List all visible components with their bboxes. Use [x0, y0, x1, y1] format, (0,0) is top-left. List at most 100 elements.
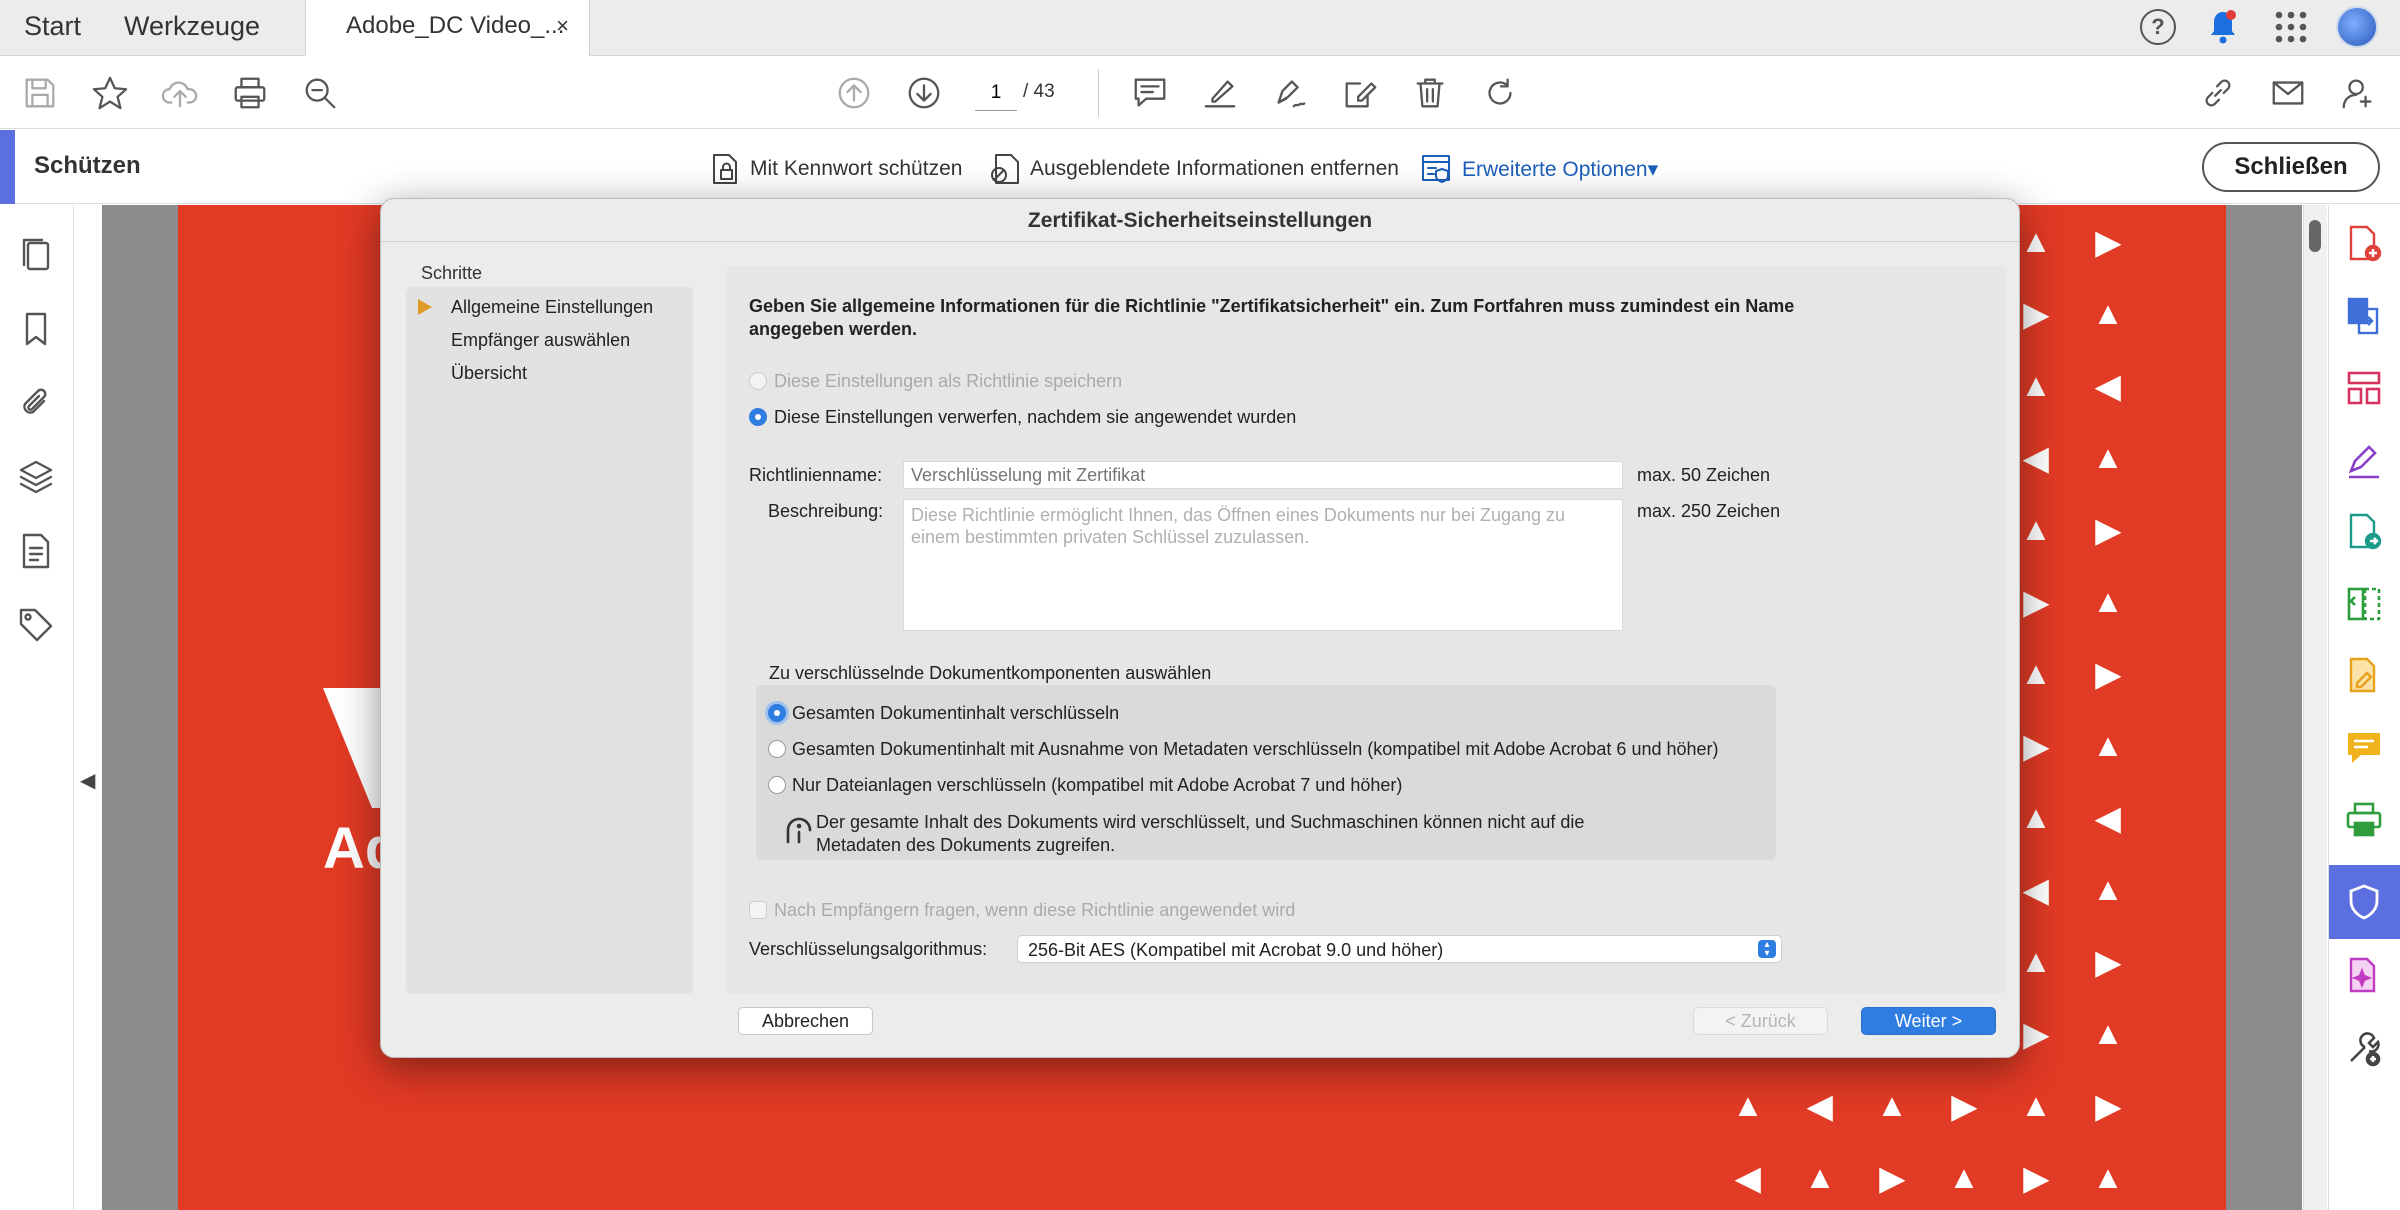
comment-tool-icon[interactable]	[2343, 727, 2387, 771]
encrypt-all-label: Gesamten Dokumentinhalt verschlüsseln	[792, 703, 1120, 723]
page-pattern-glyph: ▲	[2020, 1087, 2052, 1123]
close-protect-button[interactable]: Schließen	[2202, 142, 2380, 192]
fill-sign-icon[interactable]	[2343, 439, 2387, 483]
page-pattern-glyph: ▲	[2020, 367, 2052, 403]
steps-heading: Schritte	[421, 263, 483, 283]
info-icon	[784, 816, 814, 846]
toolbar-divider	[1098, 69, 1099, 117]
back-button[interactable]: < Zurück	[1693, 1007, 1828, 1035]
edit-icon[interactable]	[1338, 71, 1382, 115]
ask-recipients-checkbox[interactable]	[749, 901, 767, 919]
tab-tools[interactable]: Werkzeuge	[100, 0, 284, 56]
ask-recipients-label: Nach Empfängern fragen, wenn diese Richt…	[774, 900, 1296, 920]
attachment-icon[interactable]	[16, 383, 58, 425]
avatar[interactable]	[2336, 6, 2378, 48]
description-label: Beschreibung:	[768, 501, 884, 521]
page-pattern-glyph: ▶	[1879, 1160, 1905, 1196]
help-icon[interactable]: ?	[2140, 9, 2176, 45]
save-as-policy-radio[interactable]	[749, 372, 767, 390]
layers-icon[interactable]	[16, 457, 58, 499]
page-pattern-glyph: ▶	[2023, 584, 2049, 620]
tab-start[interactable]: Start	[0, 0, 105, 56]
cloud-upload-icon[interactable]	[158, 71, 202, 115]
scroll-thumb[interactable]	[2309, 220, 2321, 252]
rich-media-icon[interactable]	[2343, 955, 2387, 999]
convert-icon[interactable]	[2343, 511, 2387, 555]
page-pattern-glyph: ▲	[2020, 655, 2052, 691]
description-textarea[interactable]: Diese Richtlinie ermöglicht Ihnen, das Ö…	[903, 499, 1623, 631]
dialog-title: Zertifikat-Sicherheitseinstellungen	[1027, 209, 1373, 232]
create-pdf-icon[interactable]	[2343, 223, 2387, 267]
password-protect-button[interactable]: Mit Kennwort schützen	[708, 152, 962, 186]
redact-icon	[991, 154, 1019, 184]
steps-panel: Allgemeine Einstellungen Empfänger auswä…	[406, 287, 693, 994]
page-pattern-glyph: ◀	[2023, 872, 2049, 908]
components-info-text: Der gesamte Inhalt des Dokuments wird ve…	[816, 812, 1585, 855]
save-as-policy-label: Diese Einstellungen als Richtlinie speic…	[774, 371, 1123, 391]
policy-name-input[interactable]	[903, 461, 1623, 489]
pages-icon[interactable]	[16, 235, 58, 277]
cancel-button[interactable]: Abbrechen	[738, 1007, 873, 1035]
algorithm-value: 256-Bit AES (Kompatibel mit Acrobat 9.0 …	[1028, 940, 1444, 960]
encrypt-attachments-radio[interactable]	[768, 776, 786, 794]
page-pattern-glyph: ▲	[2092, 439, 2124, 475]
organize-pages-icon[interactable]	[2343, 367, 2387, 411]
page-number-input[interactable]	[975, 75, 1017, 111]
print-icon[interactable]	[228, 71, 272, 115]
next-button[interactable]: Weiter >	[1861, 1007, 1996, 1035]
left-navigation-pane	[0, 205, 74, 1210]
page-pattern-glyph: ▲	[2092, 1015, 2124, 1051]
advanced-options-dropdown[interactable]: Erweiterte Optionen▾	[1420, 152, 1658, 186]
description-limit: max. 250 Zeichen	[1637, 501, 1781, 521]
sign-icon[interactable]	[1268, 71, 1312, 115]
page-pattern-glyph: ◀	[2023, 440, 2049, 476]
page-down-icon[interactable]	[902, 71, 946, 115]
edit-pdf-icon[interactable]	[2343, 655, 2387, 699]
vertical-scrollbar[interactable]	[2303, 205, 2327, 1210]
rotate-icon[interactable]	[1478, 71, 1522, 115]
page-pattern-glyph: ▲	[2092, 1159, 2124, 1195]
save-icon[interactable]	[18, 71, 62, 115]
protect-toolbar: Schützen Mit Kennwort schützen Ausgeblen…	[0, 130, 2400, 204]
tag-icon[interactable]	[16, 605, 58, 647]
link-icon[interactable]	[2196, 71, 2240, 115]
encrypt-except-metadata-radio[interactable]	[768, 740, 786, 758]
more-tools-icon[interactable]	[2343, 1027, 2387, 1071]
current-step-arrow-icon	[418, 299, 432, 315]
page-pattern-glyph: ▶	[2095, 656, 2121, 692]
page-pattern-glyph: ▶	[2023, 1160, 2049, 1196]
page-up-icon[interactable]	[832, 71, 876, 115]
share-user-icon[interactable]	[2336, 71, 2380, 115]
protect-icon[interactable]	[2343, 881, 2387, 925]
apps-grid-icon[interactable]	[2274, 10, 2308, 44]
page-pattern-glyph: ▶	[2023, 728, 2049, 764]
comment-icon[interactable]	[1128, 71, 1172, 115]
delete-icon[interactable]	[1408, 71, 1452, 115]
encrypt-attachments-label: Nur Dateianlagen verschlüsseln (kompatib…	[792, 775, 1403, 795]
select-arrows-icon: ▴ ▾	[1758, 940, 1776, 959]
notification-bell-icon[interactable]	[2206, 8, 2240, 46]
star-icon[interactable]	[88, 71, 132, 115]
page-pattern-glyph: ▶	[2095, 1088, 2121, 1124]
policy-name-label: Richtlinienname:	[749, 465, 883, 485]
remove-hidden-info-button[interactable]: Ausgeblendete Informationen entfernen	[988, 152, 1399, 186]
page-pattern-glyph: ▶	[2095, 224, 2121, 260]
tab-document[interactable]: Adobe_DC Video_... ×	[305, 0, 590, 56]
compare-icon[interactable]	[2343, 583, 2387, 627]
intro-text: Geben Sie allgemeine Informationen für d…	[749, 296, 1795, 339]
page-pattern-glyph: ◀	[2095, 800, 2121, 836]
page-pattern-glyph: ▲	[2020, 943, 2052, 979]
email-icon[interactable]	[2266, 71, 2310, 115]
encrypt-all-radio[interactable]	[768, 704, 786, 722]
document-icon[interactable]	[16, 531, 58, 573]
discard-after-apply-radio[interactable]	[749, 408, 767, 426]
bookmark-icon[interactable]	[16, 309, 58, 351]
highlight-icon[interactable]	[1198, 71, 1242, 115]
algorithm-select[interactable]: 256-Bit AES (Kompatibel mit Acrobat 9.0 …	[1017, 935, 1782, 963]
collapse-panel-icon[interactable]: ◀	[80, 768, 95, 793]
export-pdf-icon[interactable]	[2343, 295, 2387, 339]
zoom-search-icon[interactable]	[298, 71, 342, 115]
tab-close-icon[interactable]: ×	[556, 0, 569, 52]
print-production-icon[interactable]	[2343, 799, 2387, 843]
components-heading: Zu verschlüsselnde Dokumentkomponenten a…	[769, 663, 1212, 683]
